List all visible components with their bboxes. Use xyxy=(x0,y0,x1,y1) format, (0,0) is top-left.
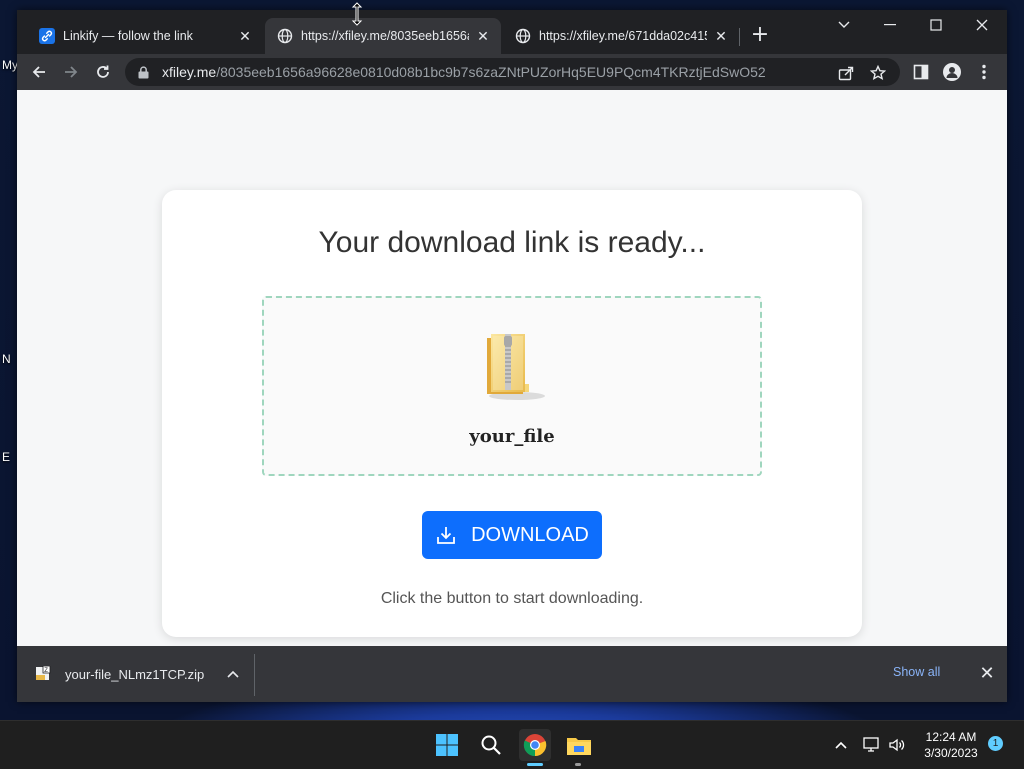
tab-search-button[interactable] xyxy=(821,10,867,40)
download-icon xyxy=(435,524,457,546)
forward-button[interactable] xyxy=(59,60,83,84)
tab-strip: Linkify — follow the link ✕ https://xfil… xyxy=(17,10,1007,54)
svg-text:Z: Z xyxy=(44,668,48,674)
tab-xfiley-active[interactable]: https://xfiley.me/8035eeb1656a9 ✕ xyxy=(265,18,501,54)
zip-folder-icon xyxy=(487,334,545,400)
tab-linkify[interactable]: Linkify — follow the link ✕ xyxy=(27,18,263,54)
maximize-icon xyxy=(930,19,942,31)
close-tab-icon[interactable]: ✕ xyxy=(237,28,253,44)
lock-icon[interactable] xyxy=(138,65,152,79)
chevron-down-icon xyxy=(838,21,850,28)
new-tab-button[interactable]: + xyxy=(749,24,771,47)
page-content: Your download link is ready... your_file… xyxy=(17,90,1007,646)
arrow-left-icon xyxy=(32,66,45,78)
download-button[interactable]: DOWNLOAD xyxy=(422,511,602,559)
close-window-button[interactable] xyxy=(959,10,1005,40)
tab-xfiley-2[interactable]: https://xfiley.me/671dda02c415 ✕ xyxy=(503,18,739,54)
desktop-label[interactable]: N xyxy=(2,352,11,366)
url-host: xfiley.me xyxy=(162,64,217,80)
running-app-indicator xyxy=(575,763,581,766)
download-file-name: your-file_NLmz1TCP.zip xyxy=(65,666,205,682)
page-title: Your download link is ready... xyxy=(318,226,706,259)
tab-title: https://xfiley.me/8035eeb1656a9 xyxy=(301,29,469,43)
desktop-label[interactable]: E xyxy=(2,450,10,464)
globe-icon xyxy=(515,28,531,44)
notification-badge[interactable]: 1 xyxy=(988,736,1003,751)
bookmark-star-icon[interactable] xyxy=(869,64,887,82)
search-icon[interactable] xyxy=(475,729,507,761)
system-clock[interactable]: 12:24 AM 3/30/2023 xyxy=(912,729,990,761)
tab-separator xyxy=(739,28,740,46)
side-panel-button[interactable] xyxy=(909,60,933,84)
desktop-label[interactable]: My xyxy=(2,58,18,72)
clock-time: 12:24 AM xyxy=(925,730,977,744)
reload-icon xyxy=(97,65,109,78)
show-all-downloads-button[interactable]: Show all xyxy=(893,665,940,679)
file-explorer-icon[interactable] xyxy=(563,729,595,761)
taskbar: 12:24 AM 3/30/2023 xyxy=(0,720,1024,769)
close-tab-icon[interactable]: ✕ xyxy=(475,28,491,44)
volume-icon[interactable] xyxy=(887,735,907,755)
chrome-icon[interactable] xyxy=(519,729,551,761)
zip-file-icon: Z xyxy=(35,666,51,682)
side-panel-icon xyxy=(913,64,929,80)
shelf-divider xyxy=(254,654,255,696)
close-icon xyxy=(976,19,988,31)
reload-button[interactable] xyxy=(91,60,115,84)
share-icon[interactable] xyxy=(837,64,855,82)
tab-title: Linkify — follow the link xyxy=(63,29,193,43)
browser-toolbar: xfiley.me /8035eeb1656a96628e0810d08b1bc… xyxy=(17,54,1007,90)
arrow-right-icon xyxy=(65,66,78,78)
menu-button[interactable] xyxy=(972,60,996,84)
download-hint: Click the button to start downloading. xyxy=(380,590,644,607)
minimize-button[interactable] xyxy=(867,10,913,40)
download-item[interactable]: Z your-file_NLmz1TCP.zip xyxy=(35,662,240,686)
file-name: your_file xyxy=(469,426,555,447)
globe-icon xyxy=(277,28,293,44)
tray-chevron-up-icon[interactable] xyxy=(831,735,851,755)
download-shelf: Z your-file_NLmz1TCP.zip Show all ✕ xyxy=(17,646,1007,702)
minimize-icon xyxy=(884,24,896,26)
file-preview-box: your_file xyxy=(262,296,762,476)
download-card: Your download link is ready... your_file… xyxy=(162,190,862,637)
address-bar[interactable]: xfiley.me /8035eeb1656a96628e0810d08b1bc… xyxy=(125,58,900,86)
download-button-label: DOWNLOAD xyxy=(471,523,589,546)
close-shelf-icon[interactable]: ✕ xyxy=(977,664,997,684)
kebab-menu-icon xyxy=(982,64,986,80)
close-tab-icon[interactable]: ✕ xyxy=(713,28,729,44)
browser-window: Linkify — follow the link ✕ https://xfil… xyxy=(17,10,1007,702)
clock-date: 3/30/2023 xyxy=(924,746,978,760)
url-path: /8035eeb1656a96628e0810d08b1bc9b7s6zaZNt… xyxy=(216,64,766,80)
profile-button[interactable] xyxy=(940,60,964,84)
maximize-button[interactable] xyxy=(913,10,959,40)
desktop-icons: My N E xyxy=(0,0,18,720)
back-button[interactable] xyxy=(27,60,51,84)
link-icon xyxy=(39,28,55,44)
network-icon[interactable] xyxy=(862,735,882,755)
active-app-indicator xyxy=(527,763,543,766)
profile-icon xyxy=(943,63,961,81)
chevron-up-icon[interactable] xyxy=(226,667,240,681)
start-icon[interactable] xyxy=(431,729,463,761)
tab-title: https://xfiley.me/671dda02c415 xyxy=(539,29,707,43)
resize-cursor-icon xyxy=(351,2,363,26)
